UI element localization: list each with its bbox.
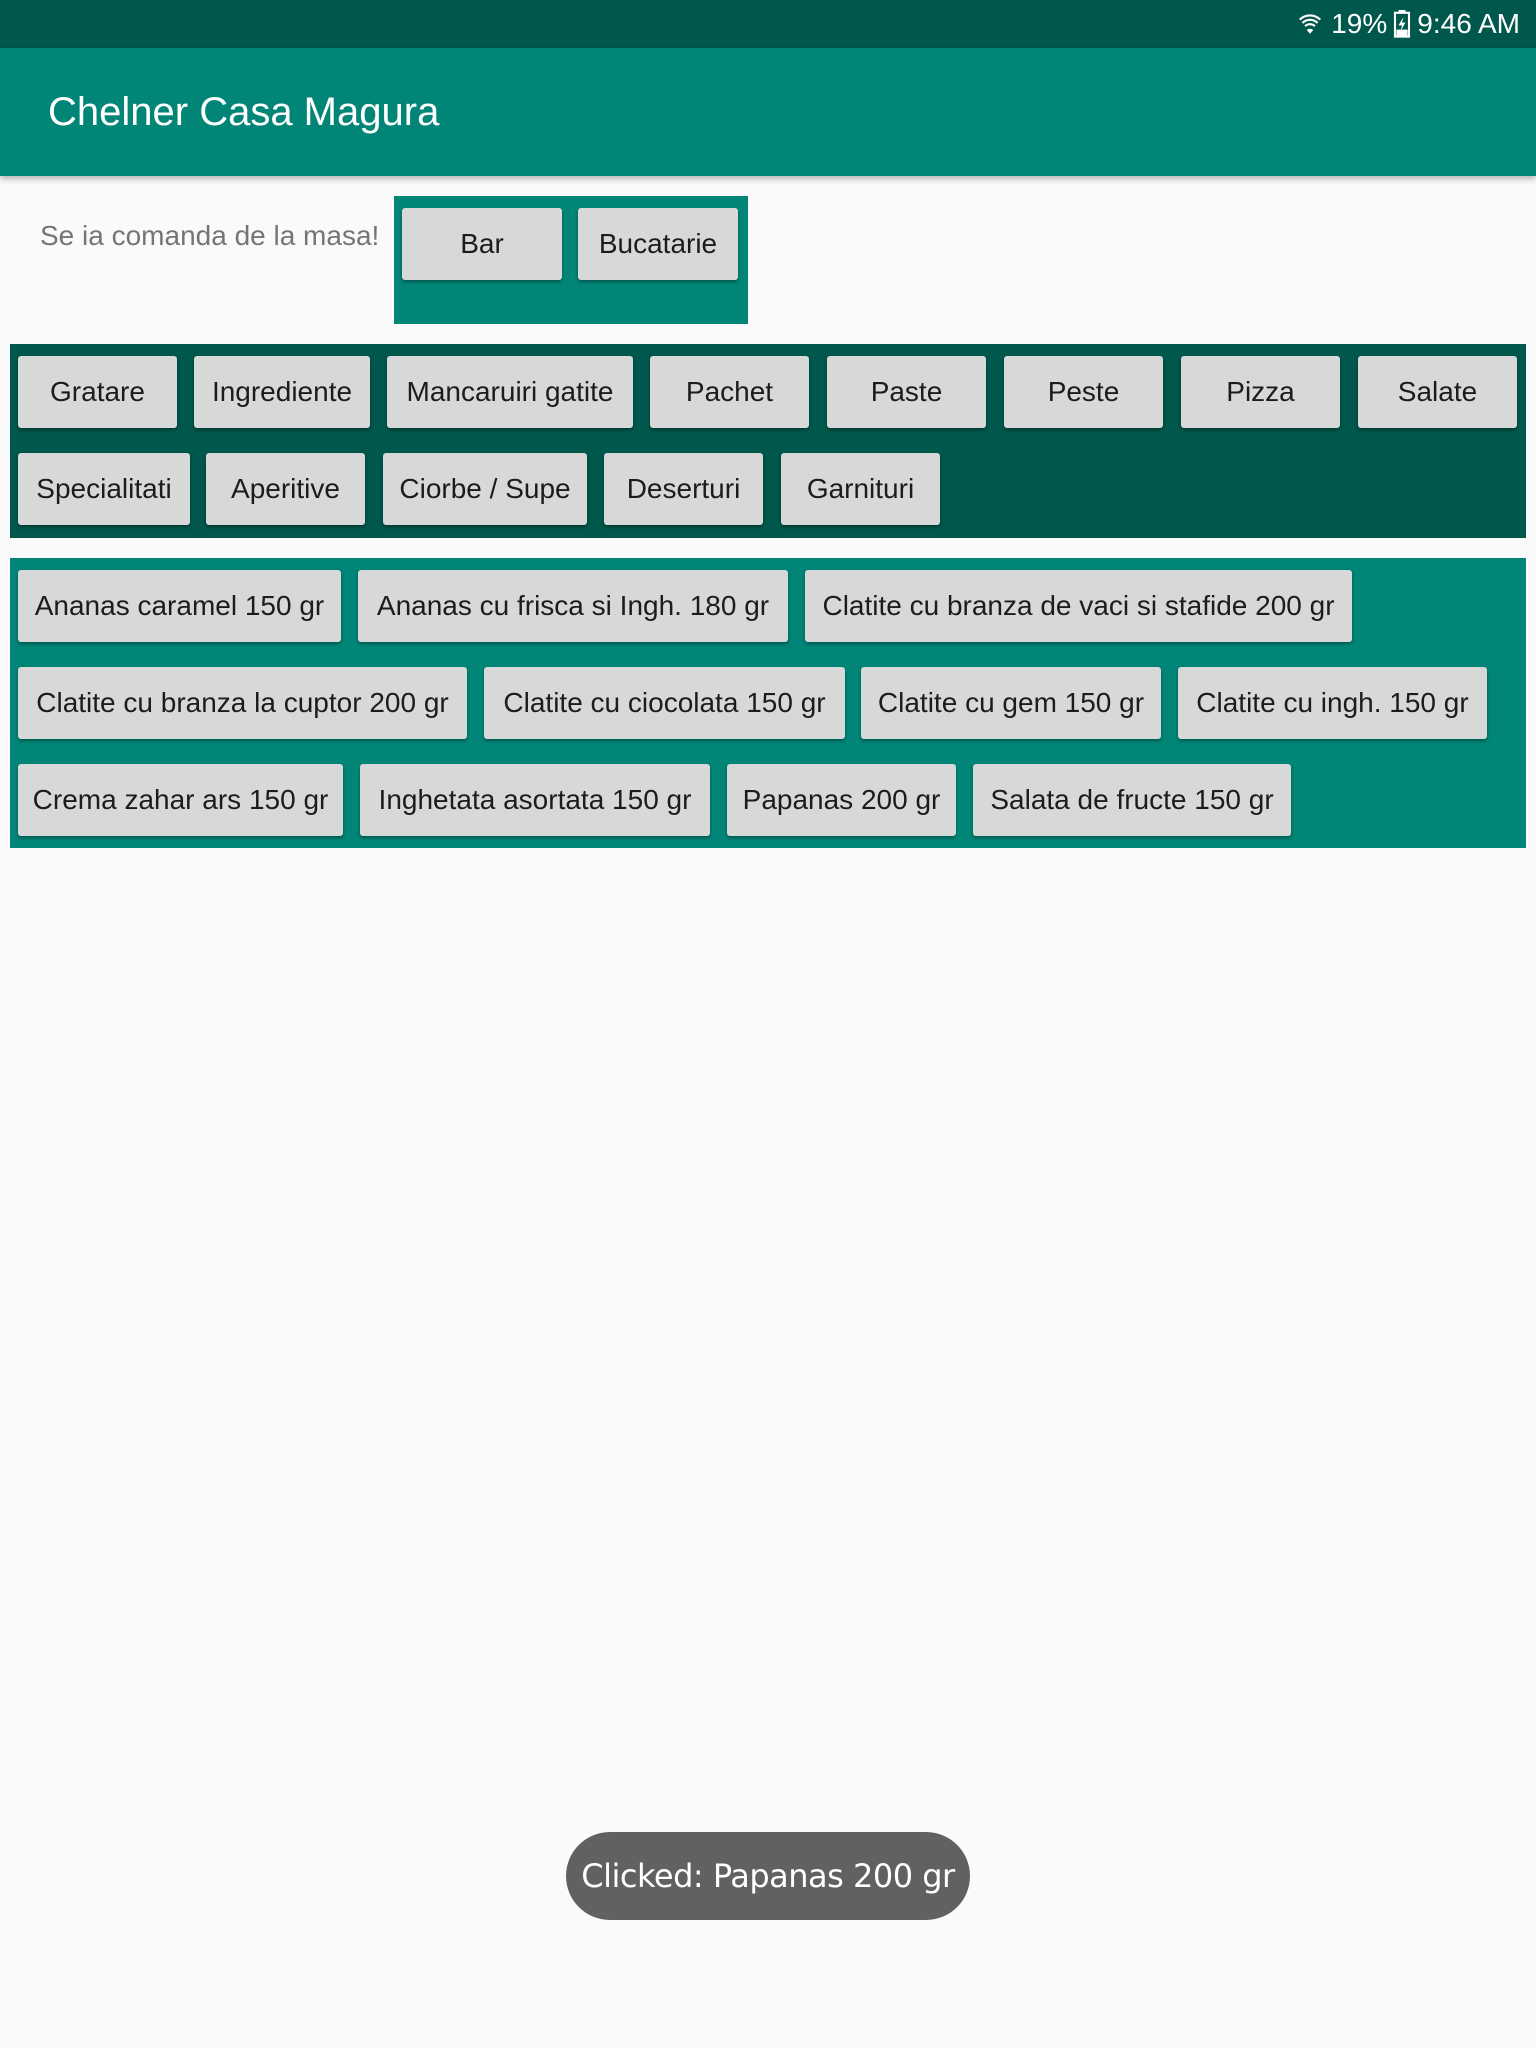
menu-item-button[interactable]: Papanas 200 gr	[727, 764, 956, 836]
category-button-ciorbe-supe[interactable]: Ciorbe / Supe	[383, 453, 587, 525]
menu-item-button[interactable]: Ananas cu frisca si Ingh. 180 gr	[358, 570, 788, 642]
category-button-aperitive[interactable]: Aperitive	[206, 453, 365, 525]
app-bar: Chelner Casa Magura	[0, 48, 1536, 176]
battery-charging-icon	[1394, 10, 1411, 38]
battery-percent: 19%	[1331, 8, 1388, 39]
menu-item-button[interactable]: Crema zahar ars 150 gr	[18, 764, 343, 836]
menu-item-button[interactable]: Clatite cu gem 150 gr	[861, 667, 1161, 739]
status-bar: 19% 9:46 AM	[0, 0, 1536, 48]
category-button-ingrediente[interactable]: Ingrediente	[194, 356, 370, 428]
category-button-specialitati[interactable]: Specialitati	[18, 453, 190, 525]
menu-item-button[interactable]: Inghetata asortata 150 gr	[360, 764, 710, 836]
category-button-paste[interactable]: Paste	[827, 356, 986, 428]
category-button-gratare[interactable]: Gratare	[18, 356, 177, 428]
category-button-mancaruiri-gatite[interactable]: Mancaruiri gatite	[387, 356, 633, 428]
bucatarie-button[interactable]: Bucatarie	[578, 208, 738, 280]
category-button-salate[interactable]: Salate	[1358, 356, 1517, 428]
bar-button[interactable]: Bar	[402, 208, 562, 280]
menu-item-button[interactable]: Ananas caramel 150 gr	[18, 570, 341, 642]
status-time: 9:46 AM	[1417, 8, 1520, 39]
app-title: Chelner Casa Magura	[48, 89, 440, 134]
toast-message: Clicked: Papanas 200 gr	[566, 1832, 970, 1920]
order-prompt-label: Se ia comanda de la masa!	[40, 220, 380, 251]
wifi-icon	[1299, 14, 1322, 34]
category-button-peste[interactable]: Peste	[1004, 356, 1163, 428]
menu-item-button[interactable]: Clatite cu ciocolata 150 gr	[484, 667, 845, 739]
menu-item-button[interactable]: Salata de fructe 150 gr	[973, 764, 1291, 836]
category-button-pachet[interactable]: Pachet	[650, 356, 809, 428]
menu-item-button[interactable]: Clatite cu branza la cuptor 200 gr	[18, 667, 467, 739]
category-button-deserturi[interactable]: Deserturi	[604, 453, 763, 525]
menu-item-button[interactable]: Clatite cu ingh. 150 gr	[1178, 667, 1487, 739]
category-button-pizza[interactable]: Pizza	[1181, 356, 1340, 428]
category-button-garnituri[interactable]: Garnituri	[781, 453, 940, 525]
menu-item-button[interactable]: Clatite cu branza de vaci si stafide 200…	[805, 570, 1352, 642]
